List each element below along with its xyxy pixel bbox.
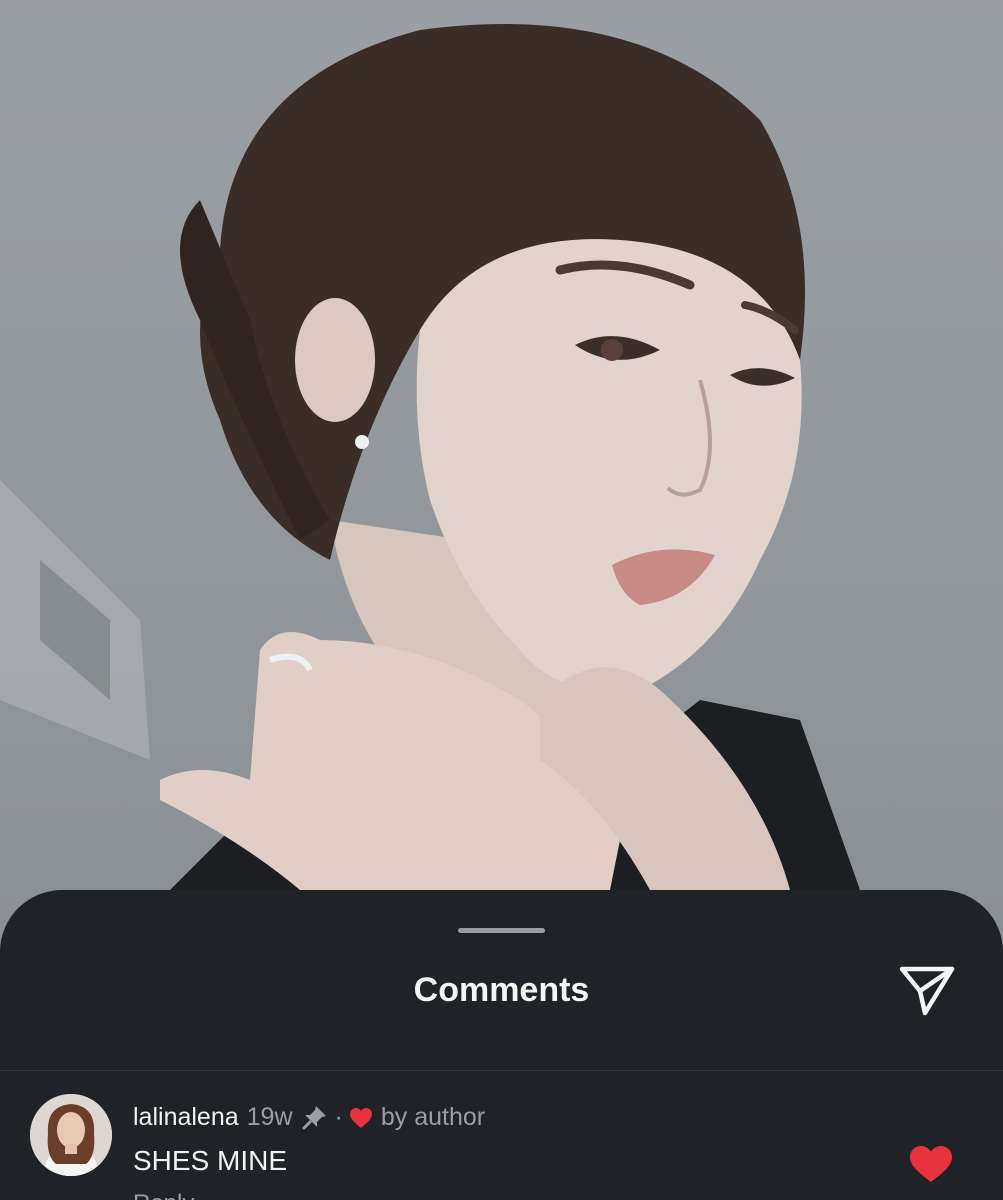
comment-time: 19w [246,1103,293,1131]
heart-icon [910,1146,952,1182]
like-button[interactable] [908,1144,954,1184]
send-icon [899,966,955,1016]
comment-meta: lalinalena 19w · by author [133,1102,485,1132]
avatar-image [30,1094,112,1176]
reply-button[interactable]: Reply [133,1190,194,1200]
drag-handle[interactable] [458,928,545,933]
screen: Comments lalinalena 19w · by author SHES… [0,0,1003,1200]
pin-icon [301,1103,329,1131]
liked-by-author-label: by author [380,1103,486,1131]
comments-sheet: Comments lalinalena 19w · by author SHES… [0,890,1003,1200]
meta-separator: · [334,1103,343,1131]
comment-text: SHES MINE [133,1145,288,1176]
share-button[interactable] [894,960,960,1020]
heart-icon [349,1106,373,1128]
comment-username[interactable]: lalinalena [133,1102,239,1132]
avatar[interactable] [30,1094,112,1176]
sheet-title: Comments [413,971,590,1009]
comment-item: lalinalena 19w · by author SHES MINE [0,1090,1003,1200]
header-divider [0,1070,1003,1071]
